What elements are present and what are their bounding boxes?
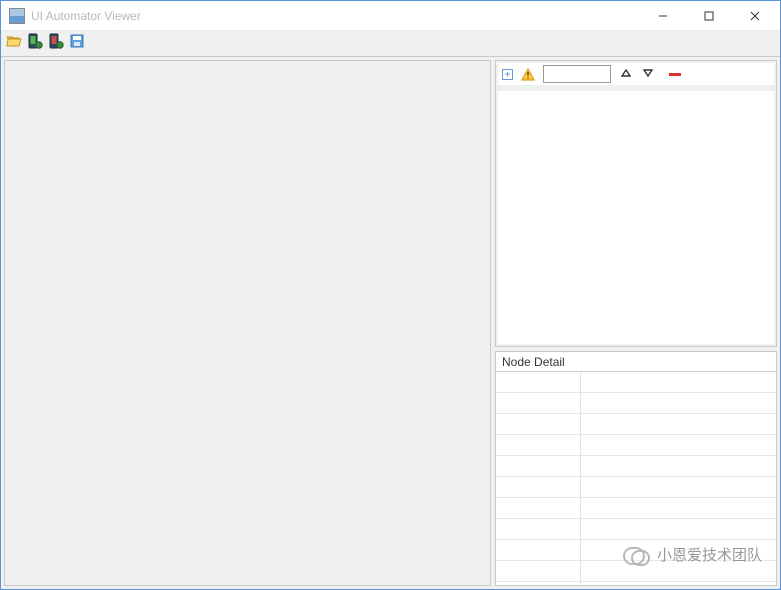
table-row [496,477,580,498]
table-row [496,393,580,414]
table-row [496,414,580,435]
table-row [581,372,776,393]
hierarchy-pane: + [495,60,777,347]
clear-search-icon[interactable] [669,73,681,76]
window-controls [640,1,778,30]
right-column: + Node Detail [495,60,777,586]
device-dump-compressed-icon [48,33,64,54]
table-row [496,561,580,582]
save-icon [70,34,85,54]
table-row [581,435,776,456]
table-row [581,393,776,414]
table-row [581,519,776,540]
minimize-button[interactable] [640,1,686,30]
table-row [496,456,580,477]
titlebar: UI Automator Viewer [1,1,780,31]
toggle-naf-icon[interactable] [521,68,535,81]
device-screenshot-button[interactable] [26,35,44,53]
table-row [581,498,776,519]
table-row [496,498,580,519]
node-detail-table[interactable] [496,372,776,585]
device-screenshot-compressed-button[interactable] [47,35,65,53]
node-detail-header: Node Detail [496,352,776,372]
app-icon [9,8,25,24]
window-title: UI Automator Viewer [31,9,640,23]
maximize-button[interactable] [686,1,732,30]
close-button[interactable] [732,1,778,30]
table-row [496,519,580,540]
expand-all-icon[interactable]: + [502,69,513,80]
tree-toolbar: + [498,63,774,85]
table-row [581,456,776,477]
table-row [581,477,776,498]
screenshot-pane[interactable] [4,60,491,586]
table-row [496,435,580,456]
open-file-button[interactable] [5,35,23,53]
save-button[interactable] [68,35,86,53]
node-detail-pane: Node Detail [495,351,777,586]
tree-search-input[interactable] [543,65,611,83]
table-row [581,414,776,435]
toolbar [1,31,780,57]
table-row [581,540,776,561]
table-row [496,540,580,561]
content-area: + Node Detail [1,57,780,589]
app-window: UI Automator Viewer [0,0,781,590]
hierarchy-tree[interactable] [498,85,774,344]
table-row [496,372,580,393]
table-row [581,561,776,582]
search-prev-button[interactable] [619,69,633,80]
search-next-button[interactable] [641,69,655,80]
folder-open-icon [6,34,22,53]
device-dump-icon [27,33,43,54]
